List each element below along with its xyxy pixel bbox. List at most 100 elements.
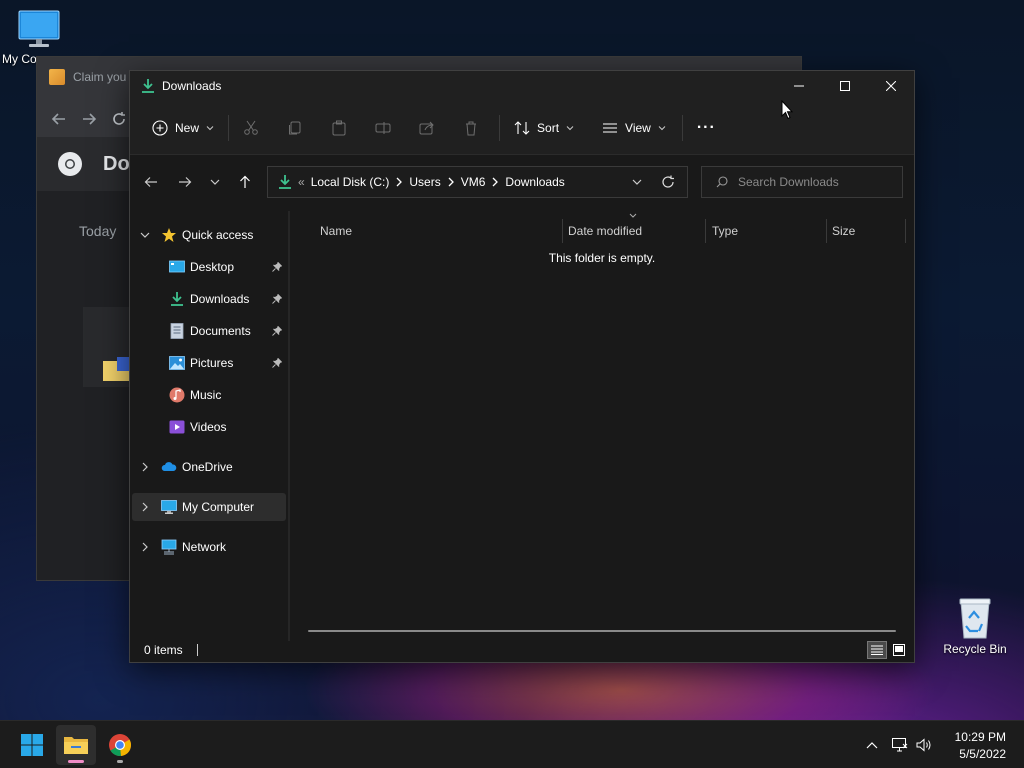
column-divider[interactable] [826, 219, 827, 243]
sort-indicator-icon [629, 213, 637, 218]
view-button[interactable]: View [596, 112, 672, 144]
nav-documents[interactable]: Documents [132, 317, 286, 345]
toolbar-divider [228, 114, 230, 141]
back-icon[interactable] [51, 111, 67, 127]
arrow-right-icon [179, 177, 192, 187]
window-title: Downloads [162, 79, 222, 93]
column-divider[interactable] [562, 219, 563, 243]
chevron-up-icon [866, 742, 878, 749]
network-status-icon[interactable] [892, 738, 908, 752]
taskbar-clock[interactable]: 10:29 PM 5/5/2022 [955, 729, 1006, 763]
address-history-dropdown[interactable] [632, 177, 642, 187]
arrow-up-icon [240, 175, 250, 188]
pin-icon[interactable] [272, 326, 282, 336]
desktop-icon-recycle-bin[interactable]: Recycle Bin [936, 596, 1014, 656]
minimize-button[interactable] [776, 71, 822, 101]
close-button[interactable] [868, 71, 914, 101]
empty-folder-message: This folder is empty. [548, 251, 656, 265]
chevron-right-icon[interactable] [140, 462, 150, 472]
horizontal-scrollbar[interactable] [308, 630, 896, 632]
details-view-button[interactable] [867, 641, 887, 659]
desktop-icon-label: Recycle Bin [943, 642, 1007, 656]
desktop-folder-icon [169, 260, 185, 273]
view-label: View [625, 120, 651, 135]
taskbar-chrome[interactable] [100, 725, 140, 765]
column-header-date-modified[interactable]: Date modified [568, 219, 642, 243]
nav-pictures[interactable]: Pictures [132, 349, 286, 377]
breadcrumb-overflow[interactable]: « [298, 175, 305, 189]
chevron-right-icon[interactable] [491, 177, 499, 187]
chevron-right-icon[interactable] [447, 177, 455, 187]
chevron-down-icon[interactable] [140, 230, 150, 240]
forward-icon[interactable] [81, 111, 97, 127]
column-divider[interactable] [905, 219, 906, 243]
nav-network[interactable]: Network [132, 533, 286, 561]
reload-icon[interactable] [111, 111, 127, 127]
chrome-page-title: Do [103, 152, 130, 175]
pin-icon[interactable] [272, 294, 282, 304]
see-more-button[interactable]: ··· [691, 112, 722, 144]
nav-downloads[interactable]: Downloads [132, 285, 286, 313]
share-button[interactable] [413, 112, 441, 144]
volume-icon[interactable] [916, 738, 932, 752]
back-button[interactable] [134, 166, 168, 198]
chevron-right-icon[interactable] [140, 502, 150, 512]
recent-locations-button[interactable] [202, 166, 228, 198]
breadcrumb-users[interactable]: Users [409, 175, 440, 189]
column-divider[interactable] [705, 219, 706, 243]
start-button[interactable] [12, 725, 52, 765]
taskbar-file-explorer[interactable] [56, 725, 96, 765]
chrome-logo-icon [57, 151, 83, 177]
column-header-size[interactable]: Size [832, 219, 855, 243]
clock-time: 10:29 PM [954, 730, 1006, 744]
chrome-icon [109, 734, 132, 757]
breadcrumb-local-disk[interactable]: Local Disk (C:) [311, 175, 390, 189]
documents-folder-icon [170, 323, 184, 339]
search-input[interactable] [738, 175, 888, 189]
forward-button[interactable] [168, 166, 202, 198]
chevron-right-icon[interactable] [140, 542, 150, 552]
nav-videos[interactable]: Videos [132, 413, 286, 441]
delete-button[interactable] [457, 112, 485, 144]
nav-label: Quick access [182, 228, 254, 242]
chrome-tab[interactable]: Claim you [49, 69, 126, 85]
maximize-button[interactable] [822, 71, 868, 101]
breadcrumb-vm6[interactable]: VM6 [461, 175, 486, 189]
up-button[interactable] [228, 166, 262, 198]
pin-icon[interactable] [272, 262, 282, 272]
arrow-left-icon [144, 177, 157, 187]
address-bar[interactable]: « Local Disk (C:) Users VM6 Downloads [267, 166, 688, 198]
monitor-icon [17, 8, 61, 50]
chevron-right-icon[interactable] [395, 177, 403, 187]
tiles-view-button[interactable] [889, 641, 909, 659]
new-button[interactable]: New [146, 112, 220, 144]
nav-music[interactable]: Music [132, 381, 286, 409]
folder-icon [64, 737, 88, 754]
paste-button[interactable] [325, 112, 353, 144]
breadcrumb-downloads[interactable]: Downloads [505, 175, 564, 189]
rename-button[interactable] [369, 112, 397, 144]
show-hidden-icons-button[interactable] [866, 741, 878, 749]
search-icon [716, 176, 728, 188]
copy-button[interactable] [281, 112, 309, 144]
title-bar[interactable]: Downloads [130, 71, 914, 101]
pin-icon[interactable] [272, 358, 282, 368]
nav-quick-access[interactable]: Quick access [132, 221, 286, 249]
refresh-button[interactable] [661, 175, 675, 189]
column-header-name[interactable]: Name [320, 219, 352, 243]
chevron-down-icon [206, 125, 214, 130]
item-count: 0 items [144, 643, 183, 657]
toolbar-divider [681, 114, 683, 141]
file-explorer-window[interactable]: Downloads New Sort View ··· « Local Disk… [129, 70, 915, 663]
chrome-section-label: Today [79, 223, 117, 239]
cut-button[interactable] [237, 112, 265, 144]
nav-onedrive[interactable]: OneDrive [132, 453, 286, 481]
nav-my-computer[interactable]: My Computer [132, 493, 286, 521]
column-header-type[interactable]: Type [712, 219, 738, 243]
toolbar-divider [499, 114, 501, 141]
file-list[interactable]: Name Date modified Type Size This folder… [290, 211, 914, 641]
nav-desktop[interactable]: Desktop [132, 253, 286, 281]
sort-button[interactable]: Sort [508, 112, 580, 144]
search-box[interactable] [701, 166, 903, 198]
sort-icon [514, 120, 530, 135]
